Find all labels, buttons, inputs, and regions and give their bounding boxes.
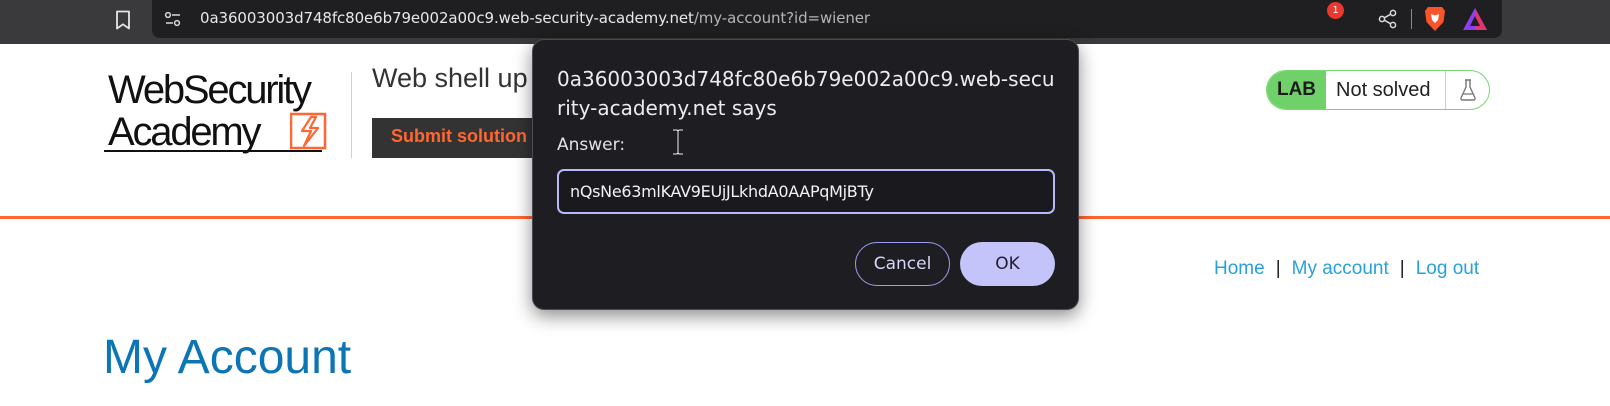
prompt-dialog: 0a36003003d748fc80e6b79e002a00c9.web-sec… xyxy=(532,39,1079,310)
site-info-icon[interactable] xyxy=(162,9,184,29)
url-text[interactable]: 0a36003003d748fc80e6b79e002a00c9.web-sec… xyxy=(200,9,870,27)
url-path: /my-account?id=wiener xyxy=(693,9,870,27)
brave-rewards-icon[interactable] xyxy=(1460,4,1490,34)
share-icon[interactable] xyxy=(1377,8,1399,30)
address-bar[interactable]: 0a36003003d748fc80e6b79e002a00c9.web-sec… xyxy=(152,0,1502,38)
toolbar-divider xyxy=(1411,9,1412,29)
browser-toolbar: 0a36003003d748fc80e6b79e002a00c9.web-sec… xyxy=(0,0,1610,44)
bookmark-icon[interactable] xyxy=(110,7,136,33)
text-cursor-icon xyxy=(670,128,686,156)
flask-icon[interactable] xyxy=(1445,71,1489,109)
logo-text-line1: WebSecurity xyxy=(108,68,312,112)
submit-solution-button[interactable]: Submit solution xyxy=(372,118,542,158)
web-security-academy-logo[interactable]: WebSecurity Academy xyxy=(104,68,349,160)
nav-separator: | xyxy=(1275,258,1281,279)
lab-badge: LAB xyxy=(1267,71,1326,109)
logo-bolt-icon xyxy=(289,112,328,152)
lab-title: Web shell up xyxy=(372,63,528,93)
cancel-button[interactable]: Cancel xyxy=(855,242,950,286)
logo-underline xyxy=(104,150,322,152)
dialog-title: 0a36003003d748fc80e6b79e002a00c9.web-sec… xyxy=(557,67,1055,120)
nav-link-my-account[interactable]: My account xyxy=(1292,258,1389,279)
answer-input[interactable] xyxy=(557,169,1055,214)
logo-text-line2: Academy xyxy=(108,110,262,154)
answer-label: Answer: xyxy=(557,135,626,155)
lab-status-widget: LAB Not solved xyxy=(1266,70,1490,110)
url-host: 0a36003003d748fc80e6b79e002a00c9.web-sec… xyxy=(200,9,694,27)
brave-shield-icon[interactable] xyxy=(1422,5,1448,33)
nav-link-log-out[interactable]: Log out xyxy=(1416,258,1479,279)
lab-status-text: Not solved xyxy=(1336,79,1431,101)
top-nav: Home | My account | Log out xyxy=(1214,258,1479,280)
nav-link-home[interactable]: Home xyxy=(1214,258,1265,279)
header-divider xyxy=(351,72,352,158)
nav-separator: | xyxy=(1399,258,1405,279)
rewards-count-badge: 1 xyxy=(1327,2,1344,19)
ok-button[interactable]: OK xyxy=(960,242,1055,286)
page-title: My Account xyxy=(103,331,352,384)
